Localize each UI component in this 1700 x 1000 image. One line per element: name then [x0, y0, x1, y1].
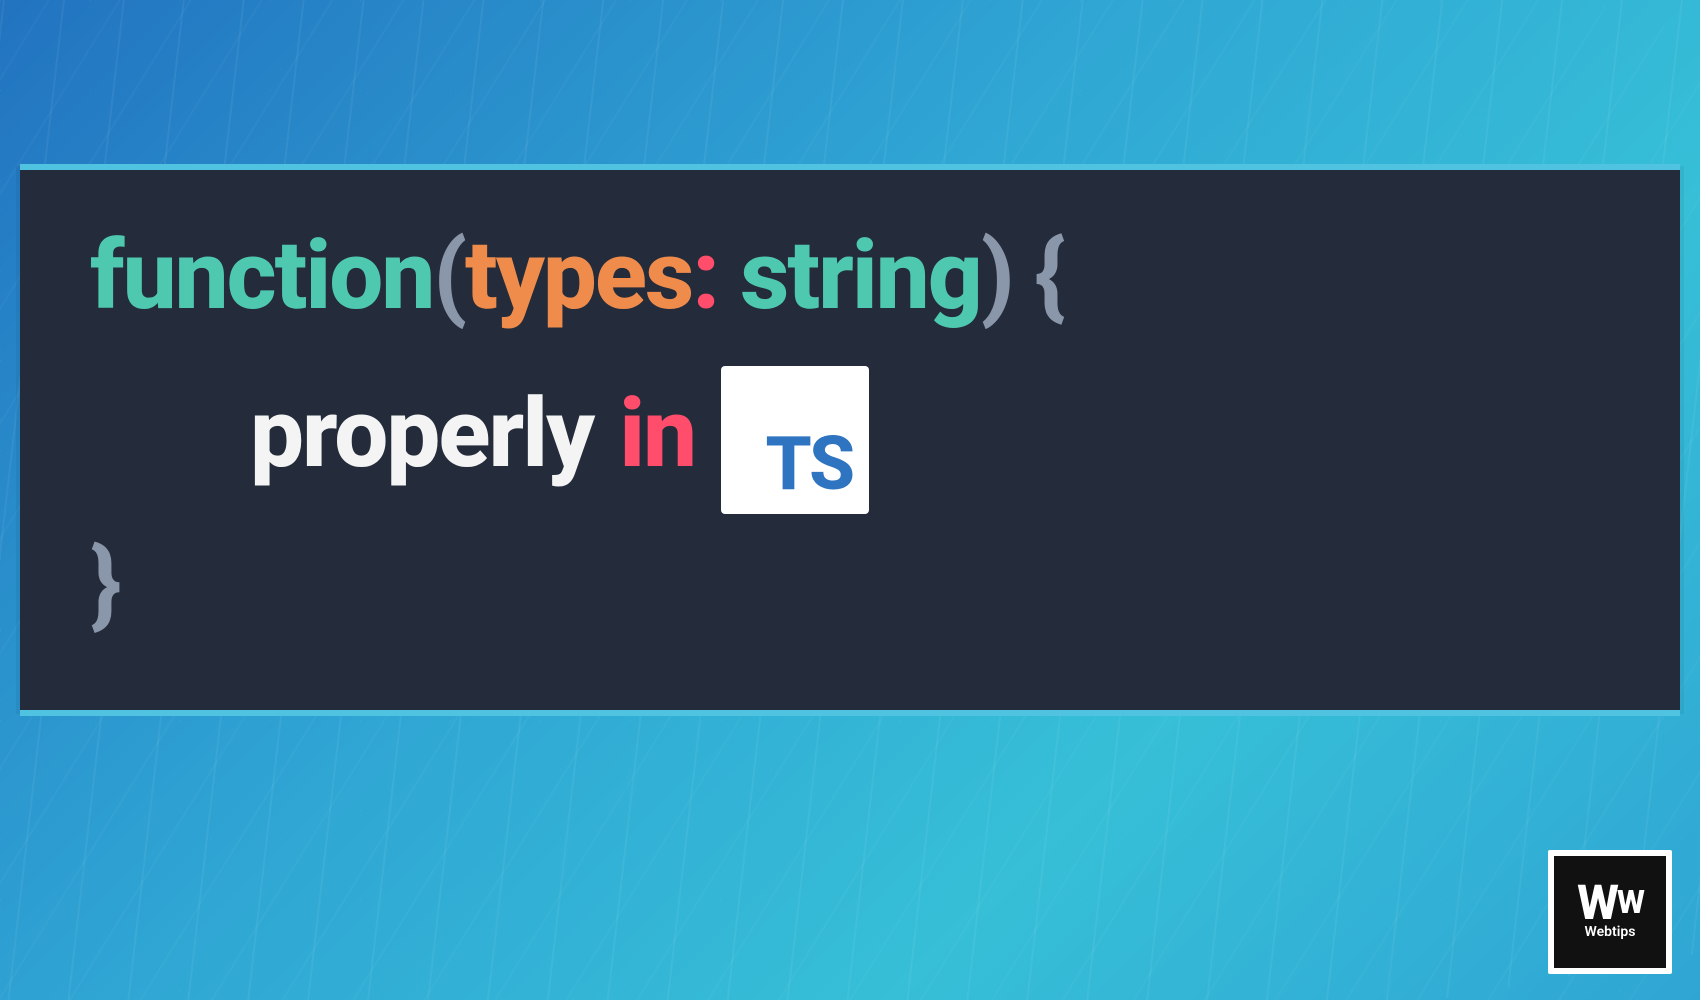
code-line-3: }: [90, 528, 1610, 640]
code-line-1: function(types: string) {: [90, 220, 1610, 332]
token-argument-type: string: [718, 220, 981, 332]
token-word-properly: properly: [250, 378, 593, 490]
watermark-badge: WW Webtips: [1548, 850, 1672, 974]
typescript-badge-label: TS: [765, 428, 853, 502]
watermark-logo-icon: WW: [1577, 884, 1643, 922]
watermark-inner: WW Webtips: [1554, 856, 1666, 968]
token-paren-close: ): [981, 220, 1013, 332]
token-colon: :: [692, 220, 718, 332]
token-paren-open: (: [433, 220, 465, 332]
token-brace-open: {: [1013, 220, 1064, 332]
code-panel: function(types: string) { properly in TS…: [20, 170, 1680, 710]
typescript-badge-icon: TS: [721, 366, 869, 514]
token-word-in: in: [619, 378, 695, 490]
watermark-logo-w2: W: [1617, 890, 1643, 916]
token-brace-close: }: [90, 528, 119, 640]
code-line-2: properly in TS: [250, 360, 1610, 508]
panel-border-bottom: [20, 710, 1680, 716]
token-argument-name: types: [465, 220, 692, 332]
token-function-keyword: function: [90, 220, 433, 332]
watermark-logo-w1: W: [1577, 884, 1617, 922]
panel-border-top: [20, 164, 1680, 170]
